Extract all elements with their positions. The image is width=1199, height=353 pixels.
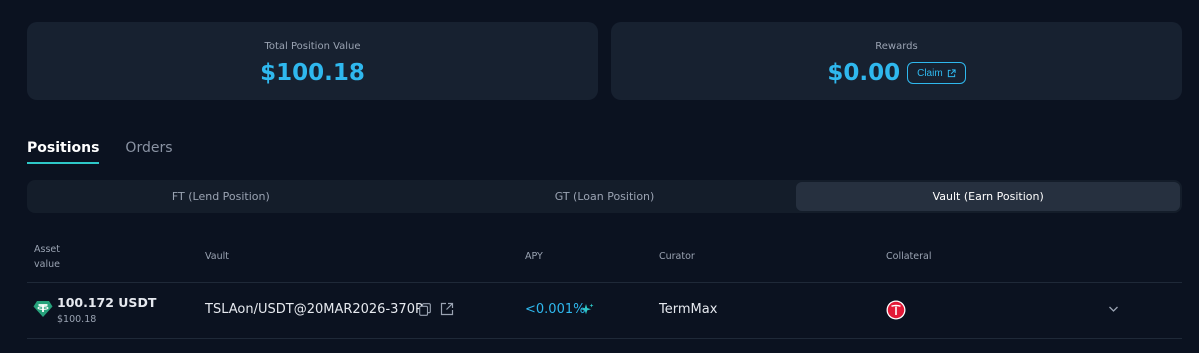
vault-name: TSLAon/USDT@20MAR2026-370P (205, 302, 423, 317)
segment-gt-loan[interactable]: GT (Loan Position) (413, 182, 797, 211)
segment-vault-earn[interactable]: Vault (Earn Position) (796, 182, 1181, 211)
header-apy: APY (525, 251, 543, 262)
tesla-icon (886, 300, 906, 320)
table-header-divider (27, 282, 1182, 283)
tab-orders[interactable]: Orders (125, 140, 172, 164)
total-position-card: Total Position Value $100.18 (27, 22, 598, 100)
table-row-divider (27, 338, 1182, 339)
tether-icon (33, 301, 53, 317)
position-tabs: Positions Orders (27, 140, 173, 164)
total-position-label: Total Position Value (264, 41, 361, 52)
total-position-value: $100.18 (260, 60, 365, 86)
tab-positions[interactable]: Positions (27, 140, 100, 164)
header-asset-sub: value (34, 259, 60, 270)
segment-ft-lend[interactable]: FT (Lend Position) (29, 182, 413, 211)
curator-name: TermMax (659, 302, 718, 317)
rewards-card: Rewards $0.00 Claim (611, 22, 1182, 100)
header-curator: Curator (659, 251, 695, 262)
claim-button[interactable]: Claim (907, 62, 966, 84)
header-asset: Asset (34, 244, 60, 255)
external-link-icon[interactable] (440, 302, 454, 316)
header-vault: Vault (205, 251, 229, 262)
claim-label: Claim (917, 67, 943, 79)
header-collateral: Collateral (886, 251, 932, 262)
external-link-icon (947, 68, 956, 77)
apy-value: <0.001% (525, 302, 586, 317)
rewards-value: $0.00 (827, 60, 901, 86)
copy-icon[interactable] (419, 303, 431, 316)
asset-value: $100.18 (57, 314, 97, 325)
position-type-selector: FT (Lend Position) GT (Loan Position) Va… (27, 180, 1182, 213)
sparkle-icon (581, 303, 594, 315)
chevron-down-icon[interactable] (1108, 305, 1119, 313)
asset-amount: 100.172 USDT (57, 295, 157, 310)
rewards-label: Rewards (875, 41, 918, 52)
